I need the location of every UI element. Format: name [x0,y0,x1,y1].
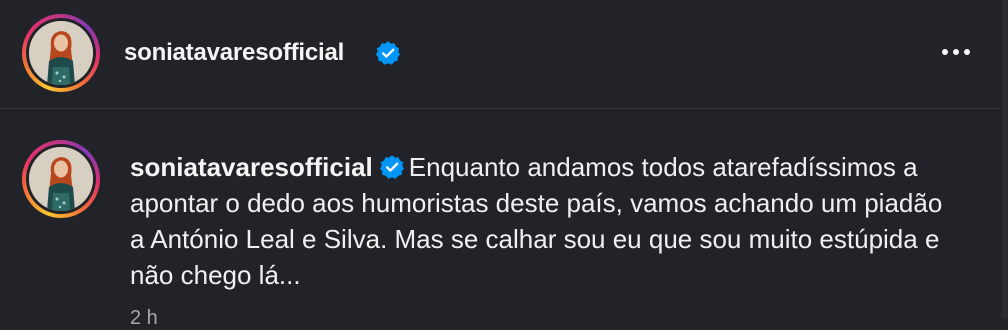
comment-author-username[interactable]: soniatavaresofficial [130,152,373,182]
comment-body: soniatavaresofficial Enquanto andamos to… [130,149,950,293]
avatar [29,21,93,85]
more-options-icon[interactable] [936,42,976,62]
scrollbar[interactable] [1002,0,1008,318]
post-header: soniatavaresofficial [0,0,1008,106]
verified-badge-icon [379,155,404,179]
comment-timestamp[interactable]: 2 h [130,307,158,330]
post-author-username[interactable]: soniatavaresofficial [124,39,344,67]
avatar-story-ring[interactable] [22,14,100,92]
header-divider [0,108,1000,109]
comment-avatar-story-ring[interactable] [22,140,100,218]
verified-badge-icon [375,41,401,65]
comment-avatar [29,147,93,211]
